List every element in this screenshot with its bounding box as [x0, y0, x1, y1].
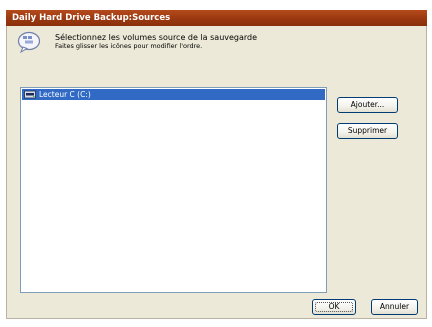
header-subtitle: Faites glisser les icônes pour modifier …	[55, 42, 203, 50]
speech-bubble-icon	[17, 31, 41, 53]
sources-listbox[interactable]: Lecteur C (C:)	[20, 87, 327, 293]
add-button[interactable]: Ajouter...	[337, 97, 398, 113]
cancel-button[interactable]: Annuler	[371, 299, 418, 315]
list-item[interactable]: Lecteur C (C:)	[22, 89, 325, 100]
title-bar[interactable]: Daily Hard Drive Backup:Sources	[6, 10, 427, 26]
list-item-label: Lecteur C (C:)	[39, 90, 91, 99]
ok-button[interactable]: OK	[312, 299, 356, 315]
hard-drive-icon	[24, 90, 36, 99]
dialog-window: Daily Hard Drive Backup:Sources Sélectio…	[6, 10, 427, 319]
remove-button[interactable]: Supprimer	[337, 123, 398, 139]
